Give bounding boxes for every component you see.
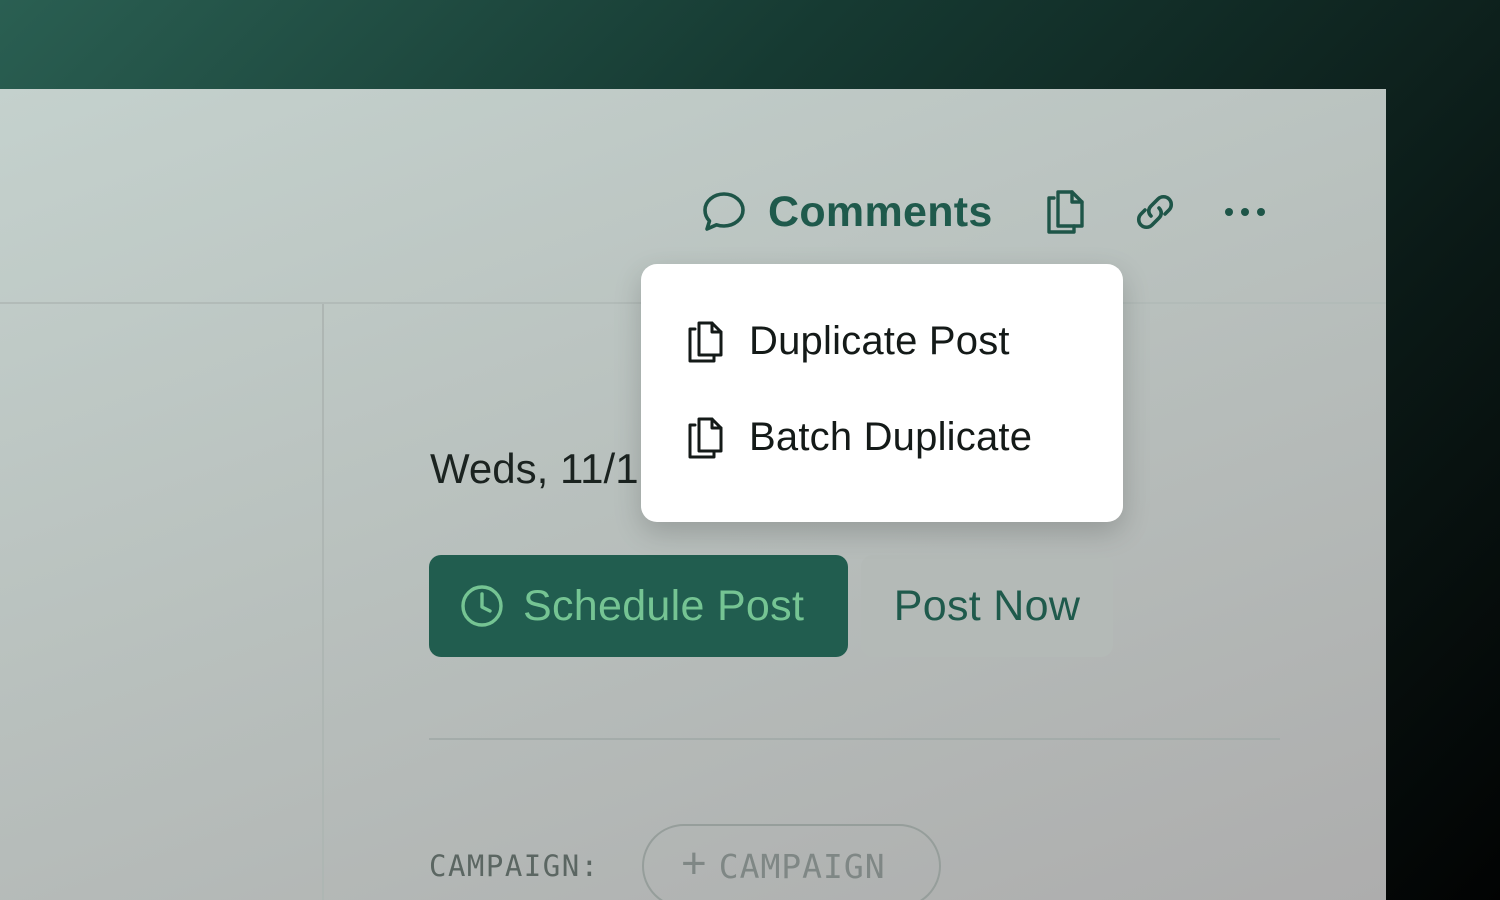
duplicate-icon: [688, 417, 723, 458]
post-now-button[interactable]: Post Now: [861, 555, 1113, 657]
duplicate-icon: [1046, 190, 1084, 234]
menu-item-label: Batch Duplicate: [749, 415, 1033, 459]
post-now-label: Post Now: [893, 581, 1081, 630]
chat-bubble-icon: [703, 192, 745, 231]
copy-link-button[interactable]: [1131, 188, 1179, 236]
menu-item-batch-duplicate[interactable]: Batch Duplicate: [686, 415, 1032, 460]
duplicate-button[interactable]: [1042, 188, 1090, 236]
link-icon: [1136, 194, 1173, 230]
post-toolbar: Comments: [700, 185, 1269, 239]
schedule-post-label: Schedule Post: [523, 581, 805, 630]
duplicate-dropdown-menu: Duplicate Post Batch Duplicate: [641, 264, 1123, 522]
schedule-post-button[interactable]: Schedule Post: [429, 555, 848, 657]
more-horizontal-icon: [1224, 208, 1265, 216]
add-campaign-button[interactable]: + CAMPAIGN: [642, 824, 941, 900]
menu-item-duplicate-post[interactable]: Duplicate Post: [686, 319, 1010, 364]
content-divider: [429, 738, 1280, 740]
comments-label: Comments: [768, 187, 993, 236]
column-divider: [322, 304, 324, 900]
campaign-label: CAMPAIGN:: [429, 849, 600, 883]
plus-icon: +: [681, 839, 707, 888]
menu-item-label: Duplicate Post: [749, 319, 1010, 363]
scheduled-date: Weds, 11/1: [430, 445, 639, 492]
comments-button[interactable]: Comments: [700, 188, 993, 237]
add-campaign-label: CAMPAIGN: [718, 846, 886, 886]
duplicate-icon: [688, 321, 723, 362]
clock-icon: [461, 585, 503, 627]
more-options-button[interactable]: [1221, 188, 1269, 236]
